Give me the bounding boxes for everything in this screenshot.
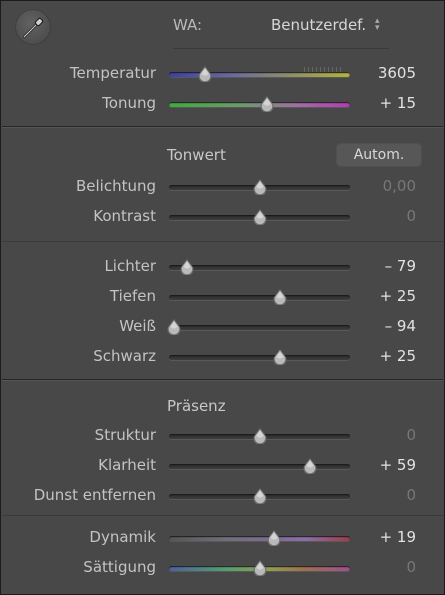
highlights-label: Lichter <box>104 257 156 275</box>
slider-thumb-icon[interactable] <box>303 458 317 475</box>
slider-thumb-icon[interactable] <box>273 289 287 306</box>
contrast-value[interactable]: 0 <box>406 207 416 225</box>
presence-section-title: Präsenz <box>167 397 226 415</box>
temperature-value[interactable]: 3605 <box>378 64 416 82</box>
temperature-slider[interactable] <box>169 67 350 77</box>
temperature-label: Temperatur <box>69 64 156 82</box>
clarity-slider[interactable] <box>169 464 350 469</box>
auto-button[interactable]: Autom. <box>336 143 422 167</box>
dehaze-label: Dunst entfernen <box>33 486 156 504</box>
blacks-value[interactable]: + 25 <box>380 347 416 365</box>
tint-value[interactable]: + 15 <box>380 94 416 112</box>
exposure-label: Belichtung <box>75 177 156 195</box>
wb-label: WA: <box>173 16 203 34</box>
slider-thumb-icon[interactable] <box>180 259 194 276</box>
highlights-value[interactable]: – 79 <box>385 257 416 275</box>
clarity-label: Klarheit <box>98 456 156 474</box>
clarity-value[interactable]: + 59 <box>380 456 416 474</box>
vibrance-value[interactable]: + 19 <box>380 528 416 546</box>
contrast-label: Kontrast <box>93 207 156 225</box>
subsection-divider <box>2 515 443 516</box>
exposure-value[interactable]: 0,00 <box>383 177 416 195</box>
vibrance-slider[interactable] <box>169 536 350 541</box>
slider-thumb-icon[interactable] <box>253 209 267 226</box>
shadows-slider[interactable] <box>169 295 350 300</box>
texture-value[interactable]: 0 <box>406 426 416 444</box>
slider-thumb-icon[interactable] <box>253 179 267 196</box>
subsection-divider <box>2 241 443 242</box>
slider-thumb-icon[interactable] <box>273 349 287 366</box>
wb-preset-select[interactable]: Benutzerdef. <box>271 16 366 34</box>
tint-label: Tonung <box>102 94 156 112</box>
saturation-label: Sättigung <box>83 558 156 576</box>
highlights-slider[interactable] <box>169 265 350 270</box>
shadows-value[interactable]: + 25 <box>380 287 416 305</box>
slider-thumb-icon[interactable] <box>253 488 267 505</box>
updown-arrows-icon[interactable]: ▴ ▾ <box>375 17 380 33</box>
section-divider <box>2 379 443 380</box>
blacks-slider[interactable] <box>169 355 350 360</box>
tone-section-title: Tonwert <box>167 146 226 164</box>
slider-thumb-icon[interactable] <box>267 530 281 547</box>
wb-divider <box>173 48 389 49</box>
shadows-label: Tiefen <box>109 287 156 305</box>
slider-thumb-icon[interactable] <box>253 560 267 577</box>
texture-label: Struktur <box>94 426 156 444</box>
dehaze-value[interactable]: 0 <box>406 486 416 504</box>
slider-thumb-icon[interactable] <box>253 428 267 445</box>
saturation-value[interactable]: 0 <box>406 558 416 576</box>
eyedropper-icon[interactable] <box>15 9 51 45</box>
slider-thumb-icon[interactable] <box>260 96 274 113</box>
slider-thumb-icon[interactable] <box>167 319 181 336</box>
whites-label: Weiß <box>119 317 156 335</box>
section-divider <box>2 126 443 127</box>
basic-panel: WA: Benutzerdef. ▴ ▾ Temperatur 3605 Tonu… <box>0 0 445 595</box>
whites-slider[interactable] <box>169 325 350 330</box>
whites-value[interactable]: – 94 <box>385 317 416 335</box>
slider-thumb-icon[interactable] <box>198 66 212 83</box>
vibrance-label: Dynamik <box>89 528 156 546</box>
blacks-label: Schwarz <box>93 347 156 365</box>
